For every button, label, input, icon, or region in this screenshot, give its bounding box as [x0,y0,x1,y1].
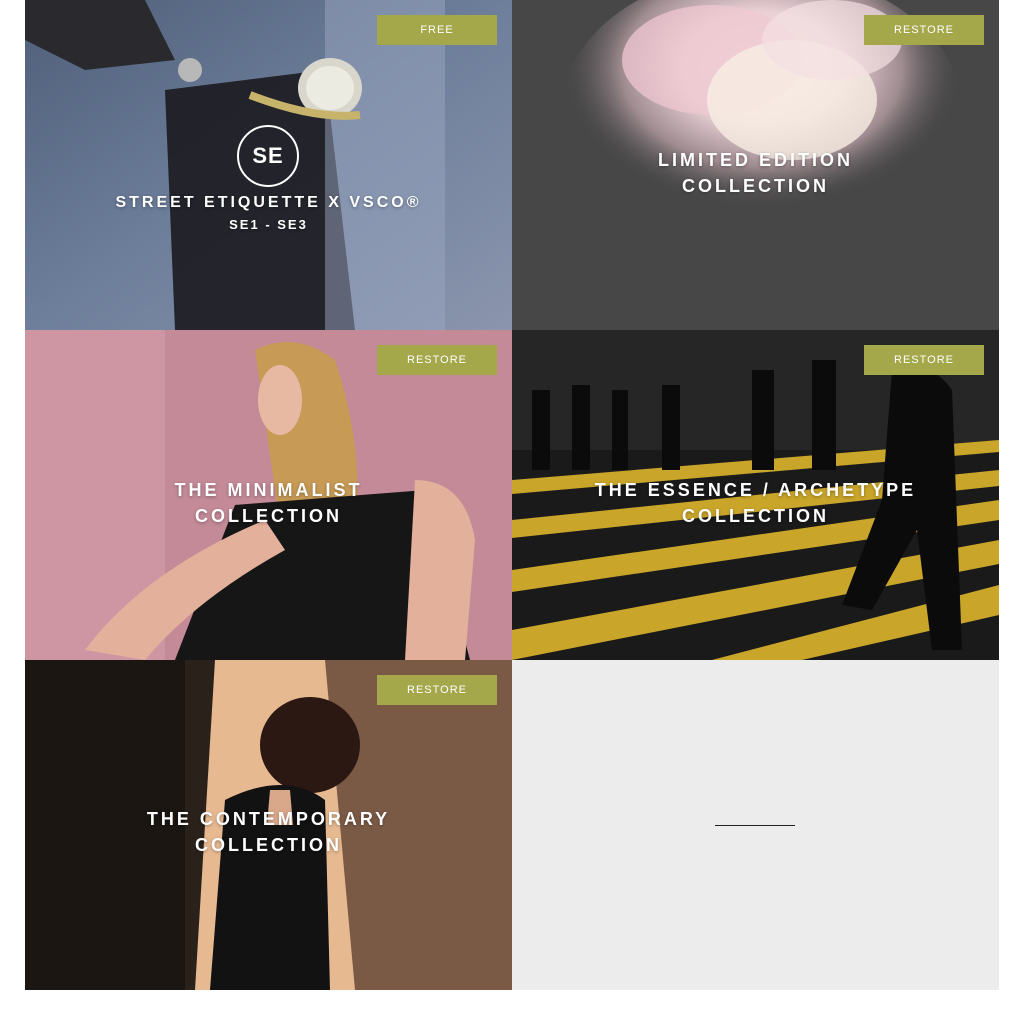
collection-title: LIMITED EDITION COLLECTION [512,147,999,199]
collection-title: STREET ETIQUETTE X VSCO® SE1 - SE3 [25,190,512,234]
collection-title-line: LIMITED EDITION [658,150,853,170]
collection-title-line: THE CONTEMPORARY [146,809,391,829]
restore-button[interactable]: RESTORE [864,345,984,375]
placeholder-tile [512,660,999,990]
collection-tile-contemporary[interactable]: RESTORE THE CONTEMPORARY COLLECTION [25,660,512,990]
collection-grid: FREE SE STREET ETIQUETTE X VSCO® SE1 - S… [25,0,999,991]
collection-title-line: THE MINIMALIST [174,480,363,500]
loading-line [715,825,795,826]
collection-title-line: COLLECTION [195,835,342,855]
collection-title-line: THE ESSENCE / ARCHETYPE [594,480,917,500]
collection-tile-minimalist[interactable]: RESTORE THE MINIMALIST COLLECTION [25,330,512,660]
collection-title: THE CONTEMPORARY COLLECTION [25,806,512,858]
collection-title-line: COLLECTION [682,176,829,196]
collection-title-line: COLLECTION [682,506,829,526]
restore-button[interactable]: RESTORE [864,15,984,45]
collection-tile-limited-edition[interactable]: RESTORE LIMITED EDITION COLLECTION [512,0,999,330]
street-etiquette-logo: SE [237,125,299,187]
collection-tile-essence-archetype[interactable]: RESTORE THE ESSENCE / ARCHETYPE COLLECTI… [512,330,999,660]
free-button[interactable]: FREE [377,15,497,45]
collection-title: THE ESSENCE / ARCHETYPE COLLECTION [512,477,999,529]
collection-title-line: STREET ETIQUETTE X VSCO® [115,194,422,211]
restore-button[interactable]: RESTORE [377,345,497,375]
collection-tile-street-etiquette[interactable]: FREE SE STREET ETIQUETTE X VSCO® SE1 - S… [25,0,512,330]
collection-title-line: COLLECTION [195,506,342,526]
collection-title: THE MINIMALIST COLLECTION [25,477,512,529]
restore-button[interactable]: RESTORE [377,675,497,705]
collection-subtitle: SE1 - SE3 [229,217,308,232]
